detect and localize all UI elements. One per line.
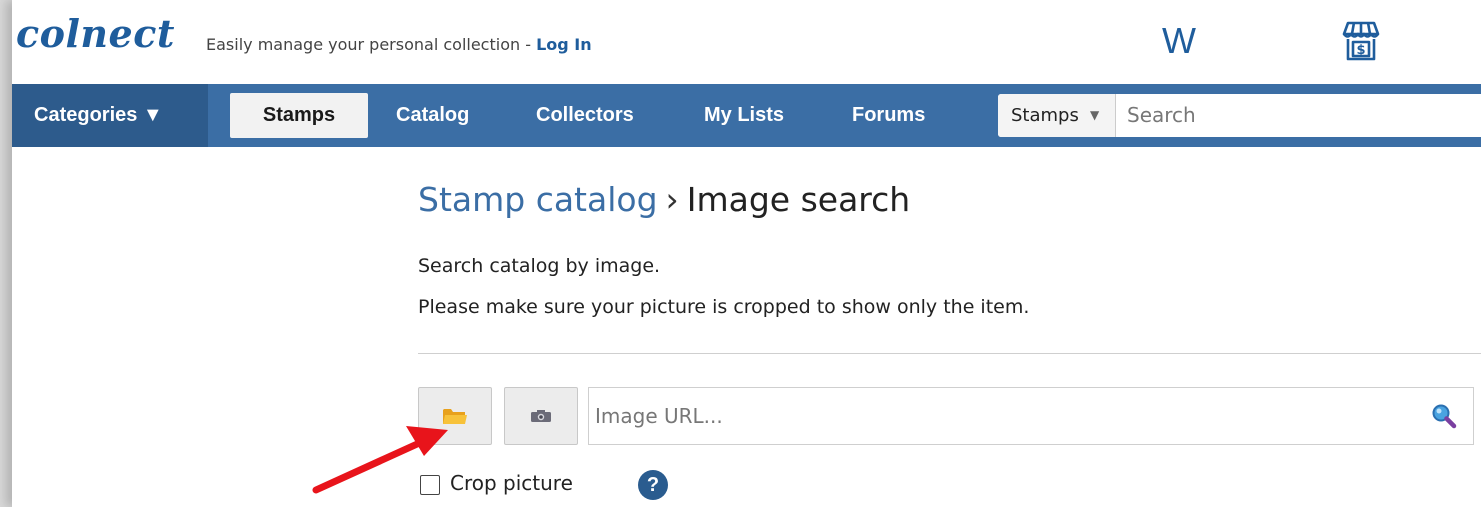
camera-button[interactable] xyxy=(504,387,578,445)
camera-icon xyxy=(531,410,551,422)
search-scope-value: Stamps xyxy=(1011,105,1079,126)
nav-catalog[interactable]: Catalog xyxy=(396,84,469,147)
nav-search: Stamps ▼ Search xyxy=(998,94,1481,137)
search-scope-select[interactable]: Stamps ▼ xyxy=(998,94,1116,137)
login-link[interactable]: Log In xyxy=(536,35,592,54)
breadcrumb: Stamp catalog › Image search xyxy=(418,180,910,219)
tagline-text: Easily manage your personal collection - xyxy=(206,35,537,54)
tagline: Easily manage your personal collection -… xyxy=(206,35,592,54)
breadcrumb-separator: › xyxy=(665,180,679,219)
page: colnect Easily manage your personal coll… xyxy=(12,0,1481,507)
image-url-input[interactable]: Image URL... xyxy=(588,387,1474,445)
description-line-1: Search catalog by image. xyxy=(418,255,661,277)
tab-stamps[interactable]: Stamps xyxy=(230,93,368,138)
chevron-down-icon: ▼ xyxy=(1090,108,1100,122)
nav-categories[interactable]: Categories ▼ xyxy=(12,84,208,147)
shop-icon[interactable]: $ xyxy=(1338,18,1384,64)
search-input[interactable]: Search xyxy=(1117,94,1481,137)
page-title: Image search xyxy=(686,180,911,219)
nav-collectors[interactable]: Collectors xyxy=(536,84,634,147)
divider xyxy=(418,353,1481,354)
help-icon[interactable]: ? xyxy=(638,470,668,500)
colnect-logo[interactable]: colnect xyxy=(16,12,175,56)
nav-forums[interactable]: Forums xyxy=(852,84,925,147)
image-url-placeholder: Image URL... xyxy=(595,404,723,428)
w-link[interactable]: W xyxy=(1162,20,1196,62)
top-bar: colnect Easily manage your personal coll… xyxy=(12,0,1481,84)
nav-my-lists[interactable]: My Lists xyxy=(704,84,784,147)
svg-text:$: $ xyxy=(1356,43,1365,58)
red-arrow-annotation xyxy=(312,426,448,494)
main-nav: Categories ▼ Stamps Catalog Collectors M… xyxy=(12,84,1481,147)
breadcrumb-stamp-catalog[interactable]: Stamp catalog xyxy=(418,180,658,219)
search-icon[interactable] xyxy=(1431,403,1457,429)
description-line-2: Please make sure your picture is cropped… xyxy=(418,296,1030,318)
